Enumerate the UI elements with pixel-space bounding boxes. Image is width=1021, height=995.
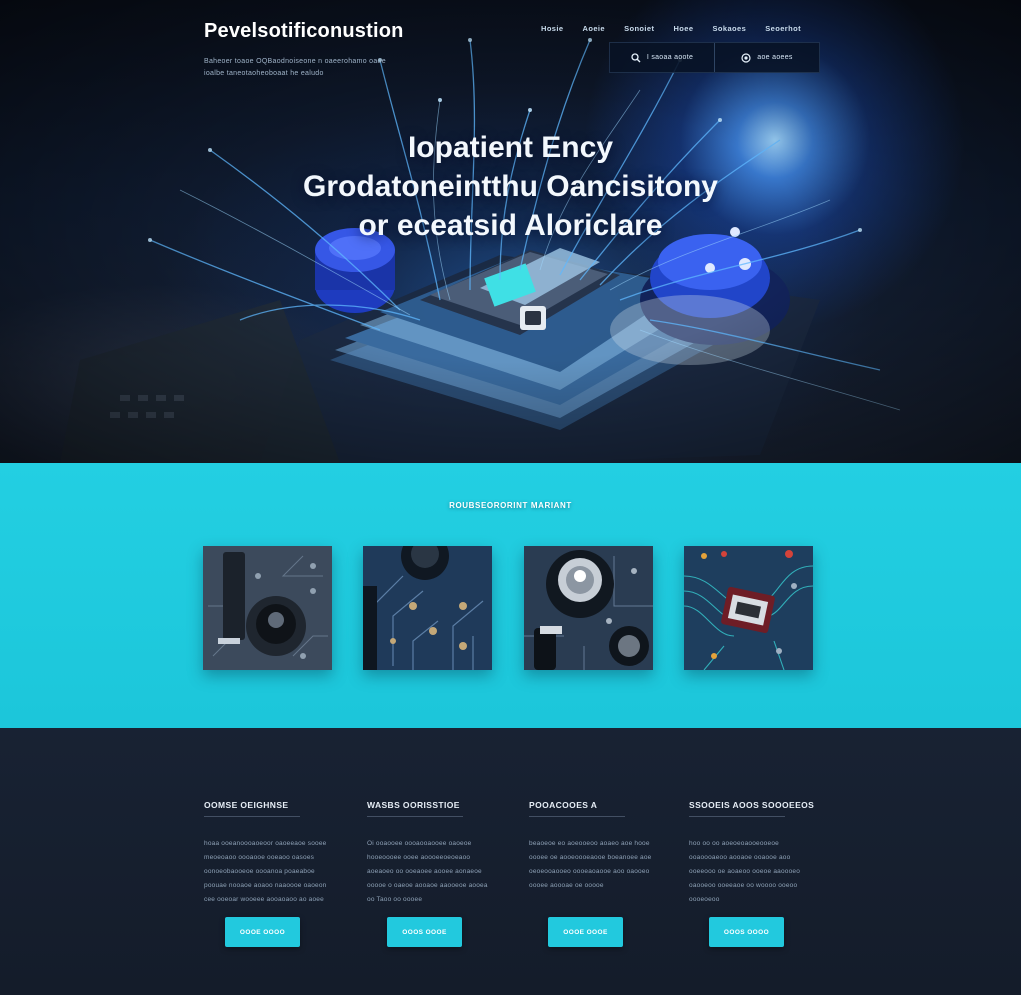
circuit-thumbnail-3[interactable] — [524, 546, 653, 670]
feature-text-2: Oi ooaooee oooaooaooee oaoeoe hooeoooee … — [367, 840, 488, 903]
globe-action-button[interactable]: aoe aoees — [714, 43, 819, 72]
gallery-title: ROUBSEORORINT MARIANT — [449, 501, 572, 510]
feature-title-1: OOMSE OEIGHNSE — [204, 800, 300, 817]
nav-item-3[interactable]: Sonoiet — [624, 24, 654, 33]
hero-section: Pevelsotificonustion Baheoer toaoe OQBao… — [0, 0, 1021, 463]
feature-title-2: WASBS OORISSTIOE — [367, 800, 463, 817]
feature-button-2[interactable]: OOOS OOOE — [387, 917, 462, 947]
nav-item-4[interactable]: Hoee — [673, 24, 693, 33]
hero-headline-line-3: or eceatsid Aloriclare — [358, 209, 663, 242]
feature-title-3: POOACOOES A — [529, 800, 625, 817]
circuit-thumbnail-2[interactable] — [363, 546, 492, 670]
globe-action-label: aoe aoees — [757, 54, 793, 61]
hero-headline: Iopatient Ency Grodatoneintthu Oancisito… — [0, 128, 1021, 245]
feature-button-1[interactable]: OOOE OOOO — [225, 917, 300, 947]
search-action-label: I saoaa aoote — [646, 54, 694, 61]
brand-logo-text[interactable]: Pevelsotificonustion — [204, 20, 404, 43]
circuit-image-1 — [203, 546, 332, 670]
feature-column-3: POOACOOES A beaoeoe eo aoeooeoo aoaeo ao… — [529, 800, 664, 893]
feature-text-4: hoo oo oo aoeoeoaooeooeoe ooaoooaeoo aoo… — [689, 840, 801, 903]
feature-button-3[interactable]: OOOE OOOE — [548, 917, 623, 947]
nav-item-2[interactable]: Aoeie — [583, 24, 605, 33]
feature-text-1: hoaa ooeanoooaoeoor oaoeeaoe sooee meoeo… — [204, 840, 327, 903]
feature-text-3: beaoeoe eo aoeooeoo aoaeo aoe hooe oooee… — [529, 840, 652, 889]
header-action-bar: I saoaa aoote aoe aoees — [609, 42, 820, 73]
feature-button-4[interactable]: OOOS OOOO — [709, 917, 784, 947]
brand-tagline: Baheoer toaoe OQBaodnoiseone n oaeeroham… — [204, 58, 386, 77]
gallery-section: ROUBSEORORINT MARIANT — [0, 463, 1021, 728]
globe-icon — [741, 52, 751, 63]
main-nav: Hosie Aoeie Sonoiet Hoee Sokaoes Seoerho… — [541, 24, 801, 33]
nav-item-1[interactable]: Hosie — [541, 24, 563, 33]
circuit-image-2 — [363, 546, 492, 670]
hero-headline-line-1: Iopatient Ency — [407, 131, 614, 164]
hero-headline-line-2: Grodatoneintthu Oancisitony — [302, 170, 718, 203]
feature-column-2: WASBS OORISSTIOE Oi ooaooee oooaooaooee … — [367, 800, 502, 907]
feature-column-4: SSOOEIS AOOS SOOOEEOS hoo oo oo aoeoeoao… — [689, 800, 824, 907]
nav-item-6[interactable]: Seoerhot — [765, 24, 801, 33]
search-icon — [631, 52, 641, 62]
feature-title-4: SSOOEIS AOOS SOOOEEOS — [689, 800, 814, 817]
feature-column-1: OOMSE OEIGHNSE hoaa ooeanoooaoeoor oaoee… — [204, 800, 339, 907]
circuit-thumbnail-1[interactable] — [203, 546, 332, 670]
features-section: OOMSE OEIGHNSE hoaa ooeanoooaoeoor oaoee… — [0, 728, 1021, 995]
circuit-image-4 — [684, 546, 813, 670]
search-action-button[interactable]: I saoaa aoote — [610, 43, 714, 72]
circuit-thumbnail-4[interactable] — [684, 546, 813, 670]
nav-item-5[interactable]: Sokaoes — [713, 24, 747, 33]
circuit-image-3 — [524, 546, 653, 670]
